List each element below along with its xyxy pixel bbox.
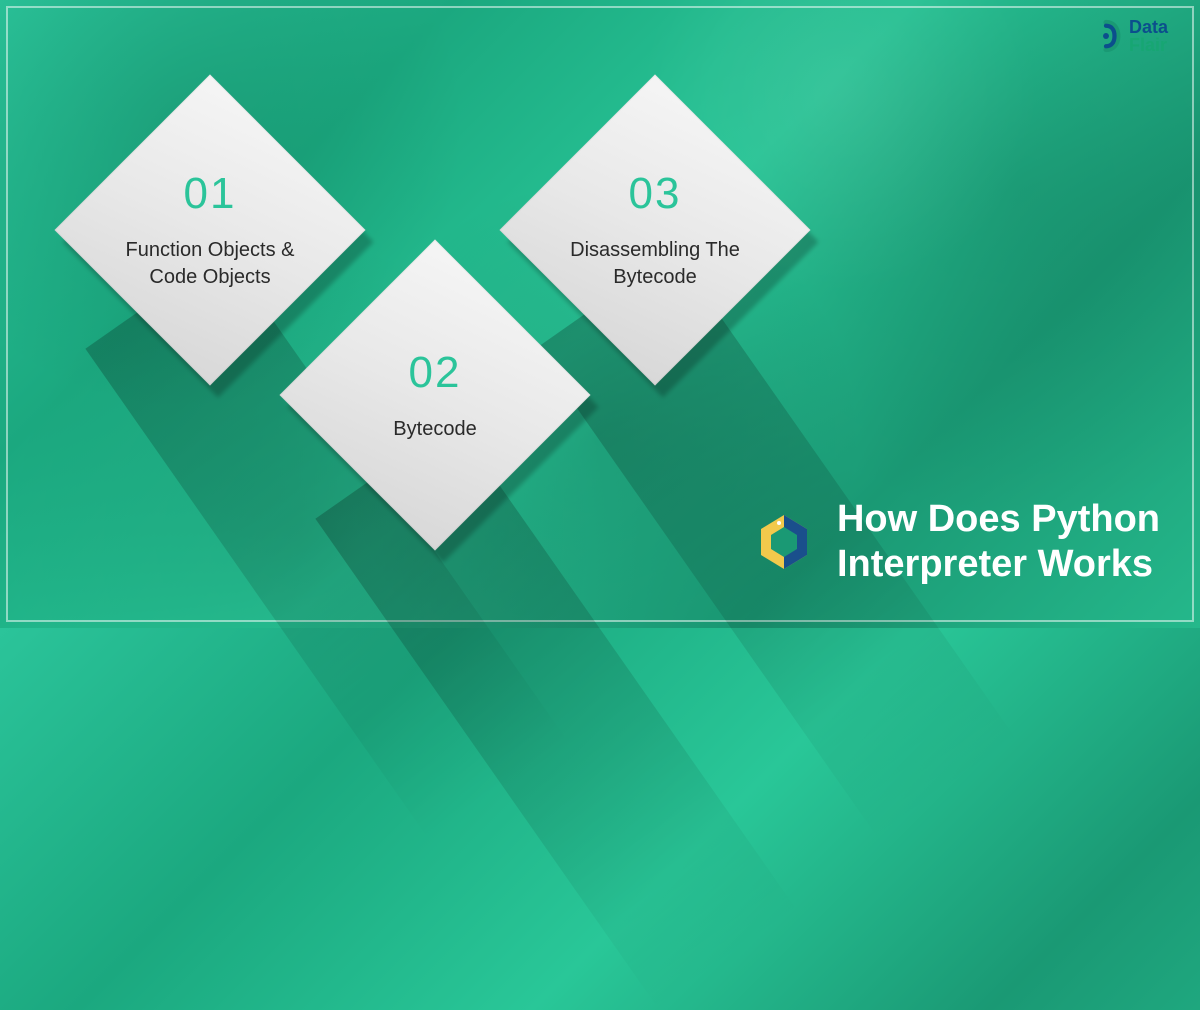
title-line1: How Does Python (837, 497, 1160, 543)
step-label: Bytecode (393, 416, 476, 443)
title-line2: Interpreter Works (837, 542, 1160, 588)
step-number: 03 (629, 169, 682, 219)
step-label: Function Objects & Code Objects (120, 237, 300, 291)
step-label: Disassembling The Bytecode (565, 237, 745, 291)
logo-mark-icon (1089, 19, 1123, 53)
step-number: 02 (409, 348, 462, 398)
logo-text-line1: Data (1129, 18, 1168, 36)
title-block: How Does Python Interpreter Works (749, 497, 1160, 588)
logo-text-line2: Flair (1129, 36, 1168, 54)
step-number: 01 (184, 169, 237, 219)
brand-logo: Data Flair (1089, 18, 1168, 54)
python-icon (749, 507, 819, 577)
